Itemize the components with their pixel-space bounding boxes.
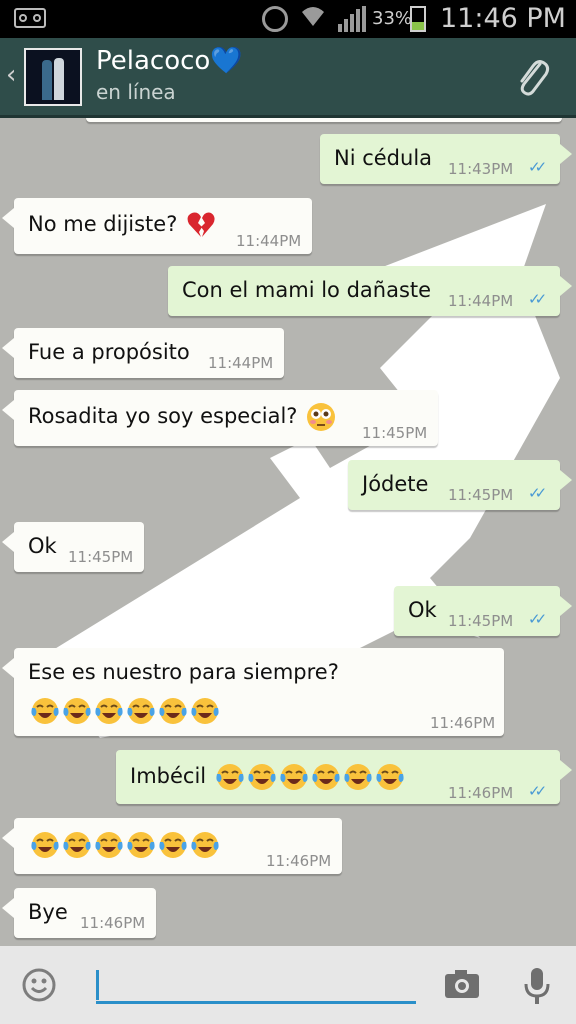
tears-of-joy-icon xyxy=(31,832,59,858)
tears-of-joy-icon xyxy=(159,698,187,724)
tears-of-joy-icon xyxy=(312,764,340,790)
message-time: 11:46PM xyxy=(448,784,514,802)
tears-of-joy-icon xyxy=(95,832,123,858)
tears-of-joy-icon xyxy=(191,832,219,858)
text-cursor xyxy=(96,970,99,1000)
message-outgoing[interactable]: Jódete 11:45PM ✓✓ xyxy=(348,460,572,510)
message-time: 11:46PM xyxy=(266,852,332,870)
message-text: Ni cédula xyxy=(334,146,433,170)
message-text: Imbécil xyxy=(130,762,405,792)
wifi-icon xyxy=(300,4,326,32)
emoji-row xyxy=(213,764,405,790)
battery-icon xyxy=(410,6,426,32)
paperclip-icon[interactable] xyxy=(516,56,550,100)
tears-of-joy-icon xyxy=(127,832,155,858)
message-time: 11:45PM xyxy=(448,612,514,630)
tears-of-joy-icon xyxy=(127,698,155,724)
microphone-icon[interactable] xyxy=(522,966,552,1006)
tears-of-joy-icon xyxy=(248,764,276,790)
message-input[interactable] xyxy=(96,964,416,1004)
battery-percent: 33% xyxy=(372,8,413,29)
read-ticks-icon: ✓✓ xyxy=(528,610,547,628)
message-time: 11:46PM xyxy=(80,914,146,932)
message-incoming[interactable]: Fue a propósito 11:44PM xyxy=(2,328,284,378)
message-outgoing[interactable]: Ni cédula 11:43PM ✓✓ xyxy=(320,134,572,184)
message-incoming[interactable]: Bye 11:46PM xyxy=(2,888,156,938)
message-text: Jódete xyxy=(362,472,429,496)
read-ticks-icon: ✓✓ xyxy=(528,782,547,800)
read-ticks-icon: ✓✓ xyxy=(528,484,547,502)
read-ticks-icon: ✓✓ xyxy=(528,158,547,176)
tears-of-joy-icon xyxy=(280,764,308,790)
contact-status: en línea xyxy=(96,80,176,104)
message-text: Con el mami lo dañaste xyxy=(182,278,432,302)
chat-area[interactable]: Ni cédula 11:43PM ✓✓ No me dijiste? 11:4… xyxy=(0,118,576,946)
tears-of-joy-icon xyxy=(63,698,91,724)
message-outgoing[interactable]: Imbécil 11:46PM ✓✓ xyxy=(116,750,572,804)
avatar[interactable] xyxy=(24,48,82,106)
message-text: No me dijiste? xyxy=(28,210,216,240)
previous-message-edge xyxy=(86,118,562,122)
flushed-face-icon xyxy=(307,403,336,431)
message-incoming[interactable]: Ese es nuestro para siempre? 11:46PM xyxy=(2,648,504,736)
message-incoming[interactable]: No me dijiste? 11:44PM xyxy=(2,198,312,254)
signal-icon xyxy=(338,6,368,32)
message-text: Rosadita yo soy especial? xyxy=(28,402,336,432)
message-text: Ok xyxy=(408,598,437,622)
alarm-icon xyxy=(262,6,288,32)
tears-of-joy-icon xyxy=(159,832,187,858)
back-icon[interactable]: ‹ xyxy=(6,60,16,90)
message-text: Ok xyxy=(28,534,57,558)
emoji-row xyxy=(28,696,220,726)
status-bar: 33% 11:46 PM xyxy=(0,0,576,38)
contact-name[interactable]: Pelacoco💙 xyxy=(96,46,243,76)
smiley-icon[interactable] xyxy=(22,968,56,1002)
message-time: 11:44PM xyxy=(208,354,274,372)
message-time: 11:45PM xyxy=(448,486,514,504)
tears-of-joy-icon xyxy=(63,832,91,858)
message-incoming[interactable]: Ok 11:45PM xyxy=(2,522,144,572)
message-time: 11:44PM xyxy=(236,232,302,250)
tears-of-joy-icon xyxy=(376,764,404,790)
message-time: 11:43PM xyxy=(448,160,514,178)
message-time: 11:44PM xyxy=(448,292,514,310)
tears-of-joy-icon xyxy=(191,698,219,724)
voicemail-icon xyxy=(14,8,46,28)
chat-header: ‹ Pelacoco💙 en línea xyxy=(0,38,576,118)
message-text: Ese es nuestro para siempre? xyxy=(28,660,339,684)
clock: 11:46 PM xyxy=(440,3,566,34)
message-text: Bye xyxy=(28,900,68,924)
message-incoming[interactable]: 11:46PM xyxy=(2,818,342,874)
message-text: Fue a propósito xyxy=(28,340,190,364)
camera-icon[interactable] xyxy=(444,968,480,1000)
message-outgoing[interactable]: Ok 11:45PM ✓✓ xyxy=(394,586,572,636)
emoji-row xyxy=(28,830,220,860)
message-time: 11:46PM xyxy=(430,714,496,732)
message-time: 11:45PM xyxy=(362,424,428,442)
message-time: 11:45PM xyxy=(68,548,134,566)
tears-of-joy-icon xyxy=(216,764,244,790)
tears-of-joy-icon xyxy=(95,698,123,724)
read-ticks-icon: ✓✓ xyxy=(528,290,547,308)
message-outgoing[interactable]: Con el mami lo dañaste 11:44PM ✓✓ xyxy=(168,266,572,316)
tears-of-joy-icon xyxy=(31,698,59,724)
broken-heart-icon xyxy=(187,212,215,237)
message-incoming[interactable]: Rosadita yo soy especial? 11:45PM xyxy=(2,390,438,446)
compose-bar xyxy=(0,946,576,1024)
tears-of-joy-icon xyxy=(344,764,372,790)
